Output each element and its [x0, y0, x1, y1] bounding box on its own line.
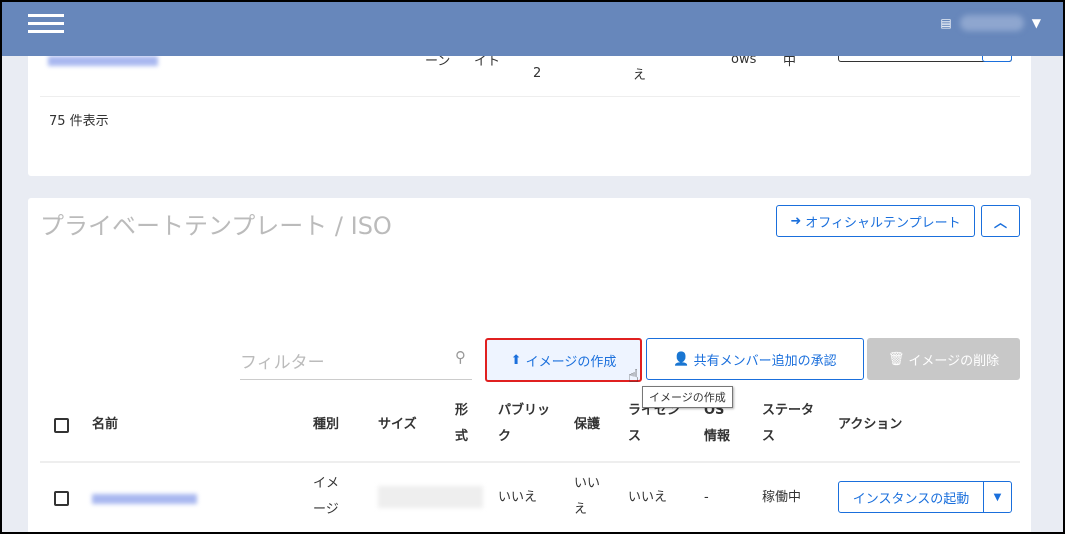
upload-icon: ⬆	[510, 352, 522, 368]
user-name-blurred	[959, 15, 1024, 31]
private-templates-card: プライベートテンプレート / ISO ➜ オフィシャルテンプレート ︿ フィルター…	[28, 198, 1031, 532]
tooltip: イメージの作成	[642, 386, 733, 408]
cell-fragment: え	[633, 68, 647, 83]
header-status[interactable]: ステータス	[762, 398, 820, 450]
row-checkbox[interactable]	[54, 491, 69, 506]
cell-fragment: 2	[533, 66, 542, 81]
document-icon: ▤	[940, 16, 952, 30]
filter-input[interactable]: フィルター ⚲	[240, 338, 472, 380]
header-size[interactable]: サイズ	[378, 412, 417, 438]
cell-license: いいえ	[628, 490, 668, 505]
collapse-button[interactable]: ︿	[981, 205, 1020, 237]
action-dropdown[interactable]: ▼	[983, 481, 1012, 513]
button-label: インスタンスの起動	[852, 491, 970, 507]
header-public[interactable]: パブリック	[498, 398, 558, 450]
approve-share-button[interactable]: 👤 共有メンバー追加の承認	[646, 338, 864, 380]
header-action: アクション	[838, 417, 903, 432]
button-label: 共有メンバー追加の承認	[693, 353, 837, 369]
launch-instance-button[interactable]: インスタンスの起動	[838, 481, 984, 513]
top-bar: ▤ ▼	[2, 2, 1063, 56]
caret-down-icon: ▼	[1031, 16, 1041, 30]
cell-type: イメージ	[313, 476, 340, 517]
divider	[40, 461, 1020, 463]
hand-cursor-icon: ☝	[628, 366, 639, 387]
button-label: イメージの削除	[908, 353, 1000, 369]
search-icon: ⚲	[455, 348, 466, 366]
select-all-checkbox[interactable]	[54, 418, 69, 433]
row-name-link[interactable]	[92, 494, 197, 504]
cell-protected: いいえ	[574, 476, 601, 517]
caret-down-icon: ▼	[993, 491, 1002, 503]
cell-public: いいえ	[498, 490, 538, 505]
hamburger-icon[interactable]	[28, 14, 64, 34]
header-name[interactable]: 名前	[92, 412, 118, 438]
chevron-up-icon: ︿	[993, 215, 1007, 231]
button-label: オフィシャルテンプレート	[805, 215, 961, 231]
cell-size-blurred	[378, 486, 483, 508]
user-menu[interactable]: ▤ ▼	[940, 15, 1041, 31]
cell-os: -	[704, 490, 709, 505]
header-format[interactable]: 形式	[455, 398, 469, 450]
button-label: イメージの作成	[525, 354, 617, 370]
header-type[interactable]: 種別	[313, 412, 339, 438]
app-window: ▤ ▼ ーン イト 2 え ows 中 75 件表示 プライベートテンプレート …	[2, 2, 1063, 532]
section-title: プライベートテンプレート / ISO	[40, 212, 392, 240]
trash-icon: 🗑	[887, 351, 905, 367]
divider	[40, 96, 1020, 97]
user-plus-icon: 👤	[673, 351, 690, 367]
filter-placeholder: フィルター	[240, 353, 325, 373]
arrow-right-circle-icon: ➜	[790, 213, 802, 229]
create-image-button[interactable]: ⬆ イメージの作成	[485, 338, 642, 382]
official-templates-button[interactable]: ➜ オフィシャルテンプレート	[776, 205, 975, 237]
count-text: 75 件表示	[49, 114, 109, 129]
row-name-link[interactable]	[48, 56, 158, 66]
cell-status: 稼働中	[762, 490, 802, 505]
delete-image-button[interactable]: 🗑 イメージの削除	[867, 338, 1020, 380]
header-protected[interactable]: 保護	[574, 412, 600, 438]
